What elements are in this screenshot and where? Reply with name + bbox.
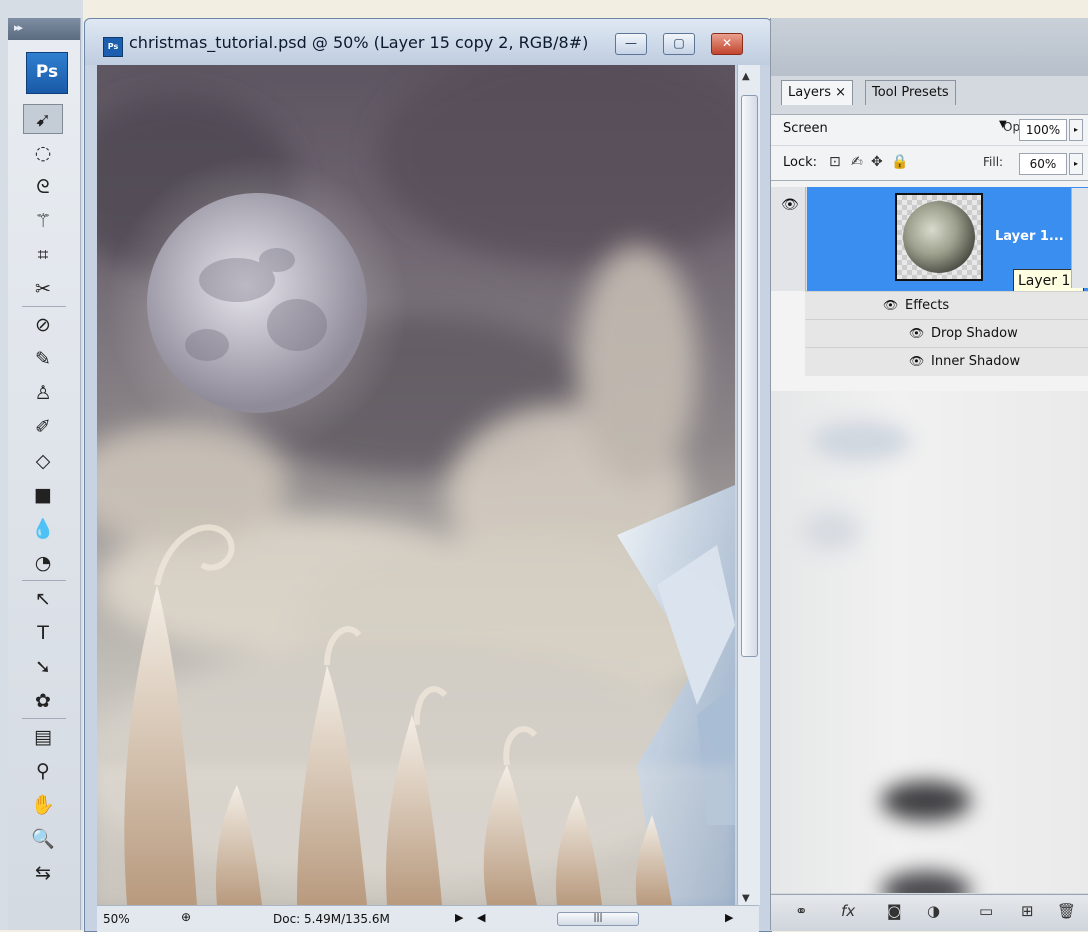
toolbox-separator xyxy=(22,306,66,307)
close-button[interactable]: ✕ xyxy=(711,33,743,55)
layers-panel-footer: ⚭ fx ◙ ◑ ▭ ⊞ 🗑 xyxy=(771,894,1088,931)
blurred-shape xyxy=(801,511,861,551)
eye-icon[interactable]: 👁 xyxy=(883,298,898,312)
eye-icon[interactable]: 👁 xyxy=(781,197,799,213)
lock-transparency-icon[interactable]: ⊡ xyxy=(829,154,841,170)
zoom-icon[interactable]: ⊕ xyxy=(181,910,191,924)
document-size-info[interactable]: Doc: 5.49M/135.6M xyxy=(273,912,390,926)
blurred-shape xyxy=(811,421,911,461)
fill-input[interactable]: 60% xyxy=(1019,153,1067,175)
toolbox-separator xyxy=(22,718,66,719)
swap-colors-tool[interactable]: ⇆ xyxy=(23,858,63,888)
direct-selection-tool[interactable]: ➘ xyxy=(23,652,63,682)
document-status-bar: 50% ⊕ Doc: 5.49M/135.6M ▶ ◀ ||| ▶ xyxy=(97,905,759,932)
document-canvas[interactable] xyxy=(97,65,735,905)
status-menu-arrow-icon[interactable]: ▶ xyxy=(455,911,463,924)
magic-wand-tool[interactable]: ⚚ xyxy=(23,206,63,236)
blurred-shape xyxy=(881,781,971,821)
layer-name[interactable]: Layer 1... xyxy=(995,229,1064,244)
layer-style-icon[interactable]: fx xyxy=(841,902,855,920)
zoom-tool[interactable]: 🔍 xyxy=(23,824,63,854)
eye-icon[interactable]: 👁 xyxy=(909,354,924,368)
effects-row[interactable]: 👁 Effects xyxy=(805,291,1088,320)
toolbox-separator xyxy=(22,580,66,581)
blurred-shape xyxy=(881,871,971,893)
adjustment-layer-icon[interactable]: ◑ xyxy=(927,902,940,920)
layers-panel: Layers × Tool Presets Screen ▼ Opacity: … xyxy=(770,18,1088,931)
toolbox-grip[interactable]: ▸▸ xyxy=(8,18,80,40)
slice-tool[interactable]: ✂ xyxy=(23,274,63,304)
layer-thumbnail[interactable] xyxy=(895,193,983,281)
lock-all-icon[interactable]: 🔒 xyxy=(891,154,908,170)
notes-tool[interactable]: ▤ xyxy=(23,722,63,752)
clone-stamp-tool[interactable]: ♙ xyxy=(23,378,63,408)
custom-shape-tool[interactable]: ✿ xyxy=(23,686,63,716)
zoom-level[interactable]: 50% xyxy=(103,912,130,926)
fill-arrow-icon[interactable]: ▸ xyxy=(1069,153,1083,175)
brush-tool[interactable]: ✎ xyxy=(23,344,63,374)
move-tool[interactable]: ➹ xyxy=(23,104,63,134)
document-window: Ps christmas_tutorial.psd @ 50% (Layer 1… xyxy=(84,18,772,932)
blend-mode-row: Screen ▼ Opacity: 100% ▸ xyxy=(771,114,1088,145)
maximize-button[interactable]: ▢ xyxy=(663,33,695,55)
new-group-icon[interactable]: ▭ xyxy=(979,902,993,920)
trash-icon[interactable]: 🗑 xyxy=(1057,902,1076,920)
new-layer-icon[interactable]: ⊞ xyxy=(1021,902,1034,920)
scroll-down-icon[interactable]: ▼ xyxy=(742,893,750,904)
eyedropper-tool[interactable]: ⚲ xyxy=(23,756,63,786)
link-layers-icon[interactable]: ⚭ xyxy=(795,902,808,920)
lasso-tool[interactable]: ᘓ xyxy=(23,172,63,202)
crop-tool[interactable]: ⌗ xyxy=(23,240,63,270)
eye-icon[interactable]: 👁 xyxy=(909,326,924,340)
effects-label: Effects xyxy=(905,298,950,313)
type-tool[interactable]: T xyxy=(23,618,63,648)
layer-visibility-cell[interactable]: 👁 xyxy=(771,187,806,291)
vertical-scroll-thumb[interactable] xyxy=(741,95,758,657)
healing-brush-tool[interactable]: ⊘ xyxy=(23,310,63,340)
effect-drop-shadow-label: Drop Shadow xyxy=(931,326,1018,341)
effect-drop-shadow-row[interactable]: 👁 Drop Shadow xyxy=(805,319,1088,348)
gradient-tool[interactable]: ■ xyxy=(23,480,63,510)
lock-position-icon[interactable]: ✥ xyxy=(871,154,883,170)
lock-label: Lock: xyxy=(783,155,818,170)
document-titlebar[interactable]: Ps christmas_tutorial.psd @ 50% (Layer 1… xyxy=(85,19,771,65)
moon xyxy=(147,193,367,413)
path-selection-tool[interactable]: ↖ xyxy=(23,584,63,614)
blurred-layers-region xyxy=(771,391,1088,893)
eraser-tool[interactable]: ◇ xyxy=(23,446,63,476)
scroll-right-icon[interactable]: ▶ xyxy=(725,911,733,924)
moon-thumbnail-image xyxy=(903,201,975,273)
opacity-input[interactable]: 100% xyxy=(1019,119,1067,141)
photoshop-logo[interactable]: Ps xyxy=(26,52,68,94)
canvas-artwork xyxy=(97,65,735,905)
scroll-up-icon[interactable]: ▲ xyxy=(742,71,750,82)
opacity-arrow-icon[interactable]: ▸ xyxy=(1069,119,1083,141)
fill-label: Fill: xyxy=(983,155,1004,169)
effect-inner-shadow-label: Inner Shadow xyxy=(931,354,1021,369)
layers-scrollbar[interactable] xyxy=(1071,188,1088,288)
dodge-tool[interactable]: ◔ xyxy=(23,548,63,578)
effect-inner-shadow-row[interactable]: 👁 Inner Shadow xyxy=(805,347,1088,376)
collapse-icon[interactable]: ▸▸ xyxy=(14,21,23,34)
layers-list: 👁 Layer 1... fx Layer 15 👁 Effects 👁 Dro… xyxy=(771,181,1088,893)
toolbox: ▸▸ Ps ➹ ◌ ᘓ ⚚ ⌗ ✂ ⊘ ✎ ♙ ✐ ◇ ■ 💧 ◔ ↖ T ➘ ✿ ▤ ⚲ ✋ 🔍 ⇆ xyxy=(0,0,83,930)
scroll-left-icon[interactable]: ◀ xyxy=(477,911,485,924)
horizontal-scroll-thumb[interactable]: ||| xyxy=(557,912,639,926)
document-icon: Ps xyxy=(103,37,123,57)
tab-layers[interactable]: Layers × xyxy=(781,80,854,105)
vertical-scrollbar[interactable]: ▲ ▼ xyxy=(737,65,760,905)
document-title: christmas_tutorial.psd @ 50% (Layer 15 c… xyxy=(129,33,589,52)
marquee-tool[interactable]: ◌ xyxy=(23,138,63,168)
minimize-button[interactable]: — xyxy=(615,33,647,55)
history-brush-tool[interactable]: ✐ xyxy=(23,412,63,442)
panel-header-area xyxy=(771,18,1088,76)
hand-tool[interactable]: ✋ xyxy=(23,790,63,820)
add-mask-icon[interactable]: ◙ xyxy=(887,902,902,920)
tab-tool-presets[interactable]: Tool Presets xyxy=(865,80,956,105)
lock-pixels-icon[interactable]: ✍ xyxy=(851,154,863,170)
blend-mode-select[interactable]: Screen xyxy=(783,118,1007,140)
lock-row: Lock: ⊡ ✍ ✥ 🔒 Fill: 60% ▸ xyxy=(771,146,1088,181)
blur-tool[interactable]: 💧 xyxy=(23,514,63,544)
